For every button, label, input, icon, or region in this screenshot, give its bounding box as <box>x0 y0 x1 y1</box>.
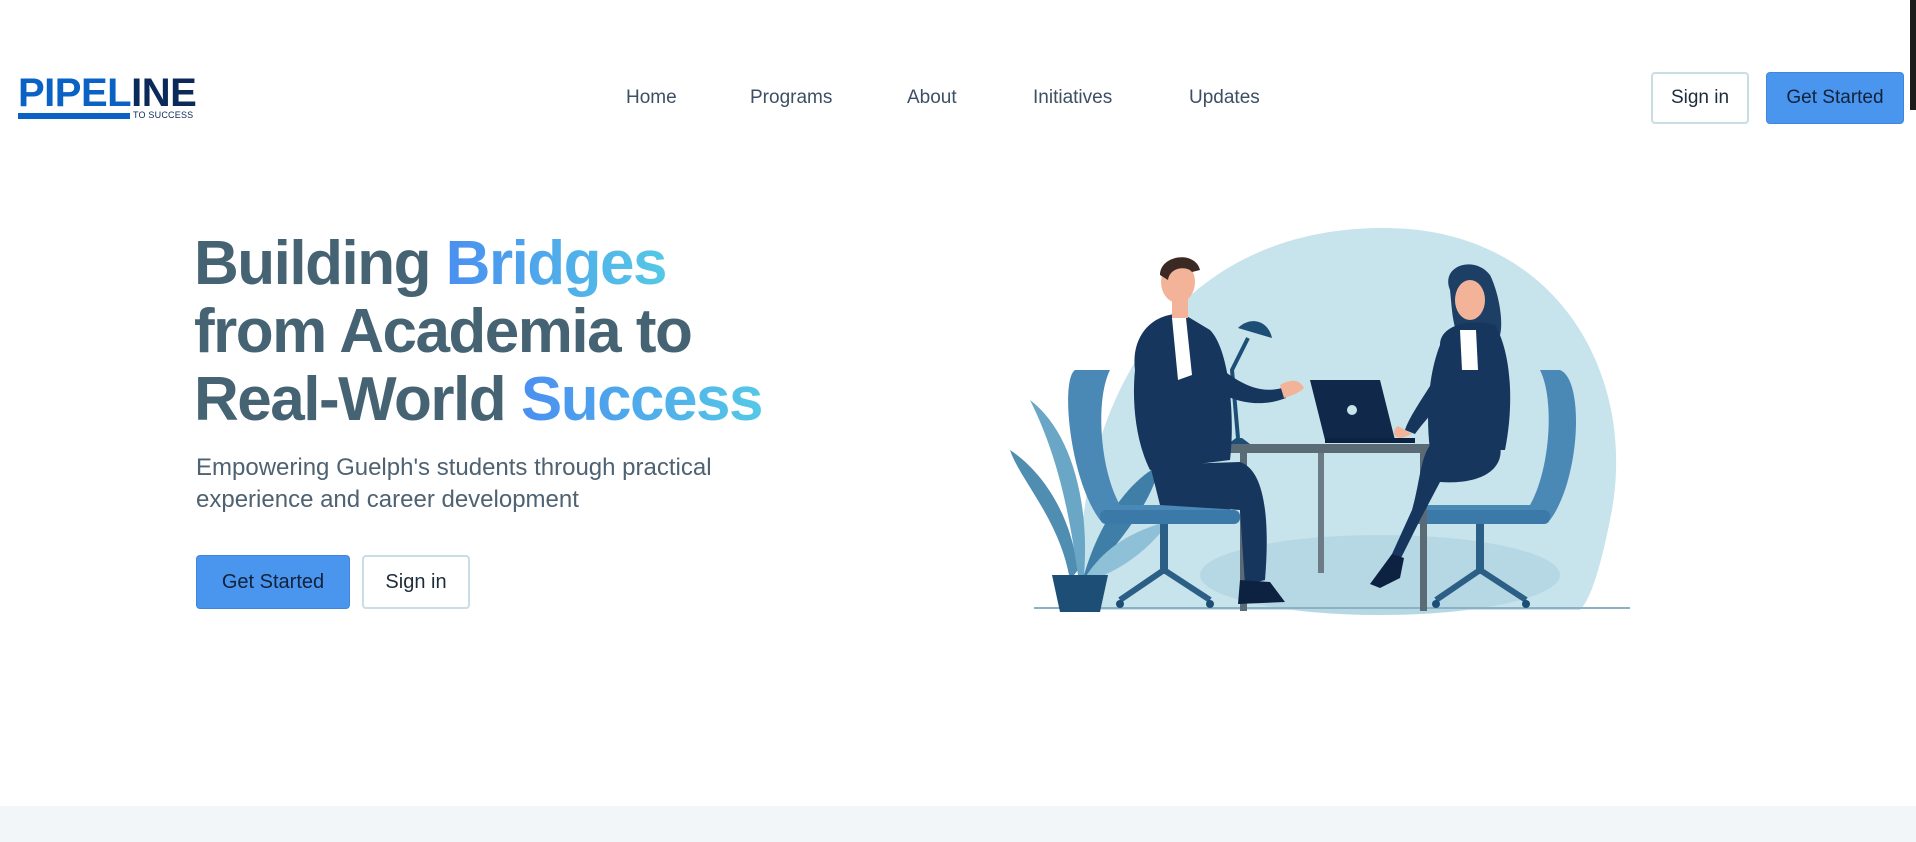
hero-title: Building Bridges from Academia to Real-W… <box>194 230 894 434</box>
hero-title-accent-bridges: Bridges <box>445 229 668 298</box>
meeting-illustration <box>1010 227 1630 615</box>
hero-get-started-button[interactable]: Get Started <box>196 555 350 609</box>
logo-word-blue: PIPEL <box>18 71 132 115</box>
nav-item-about[interactable]: About <box>907 82 957 114</box>
logo-word-dark: INE <box>131 71 197 115</box>
hero-title-part1: Building <box>194 229 446 298</box>
nav-item-initiatives[interactable]: Initiatives <box>1033 82 1112 114</box>
nav-item-updates[interactable]: Updates <box>1189 82 1260 114</box>
hero-sign-in-button[interactable]: Sign in <box>362 555 470 609</box>
logo-tagline: TO SUCCESS <box>133 110 194 120</box>
logo-wordmark: PIPELINE <box>18 71 197 115</box>
header-sign-in-button[interactable]: Sign in <box>1651 72 1749 124</box>
hero-title-part3: Real-World <box>194 365 521 434</box>
hero-title-accent-success: Success <box>520 365 764 434</box>
hero-subtitle: Empowering Guelph's students through pra… <box>196 454 712 513</box>
nav-item-programs[interactable]: Programs <box>750 82 832 114</box>
hero-title-part2: from Academia to <box>194 297 693 366</box>
scrollbar-thumb[interactable] <box>1910 0 1916 110</box>
nav-item-home[interactable]: Home <box>626 82 677 114</box>
next-section-band <box>0 806 1916 842</box>
logo-underline <box>18 113 130 119</box>
header-get-started-button[interactable]: Get Started <box>1766 72 1904 124</box>
page: PIPELINE TO SUCCESS Home Programs About … <box>0 0 1916 842</box>
site-logo[interactable]: PIPELINE TO SUCCESS <box>18 71 197 122</box>
